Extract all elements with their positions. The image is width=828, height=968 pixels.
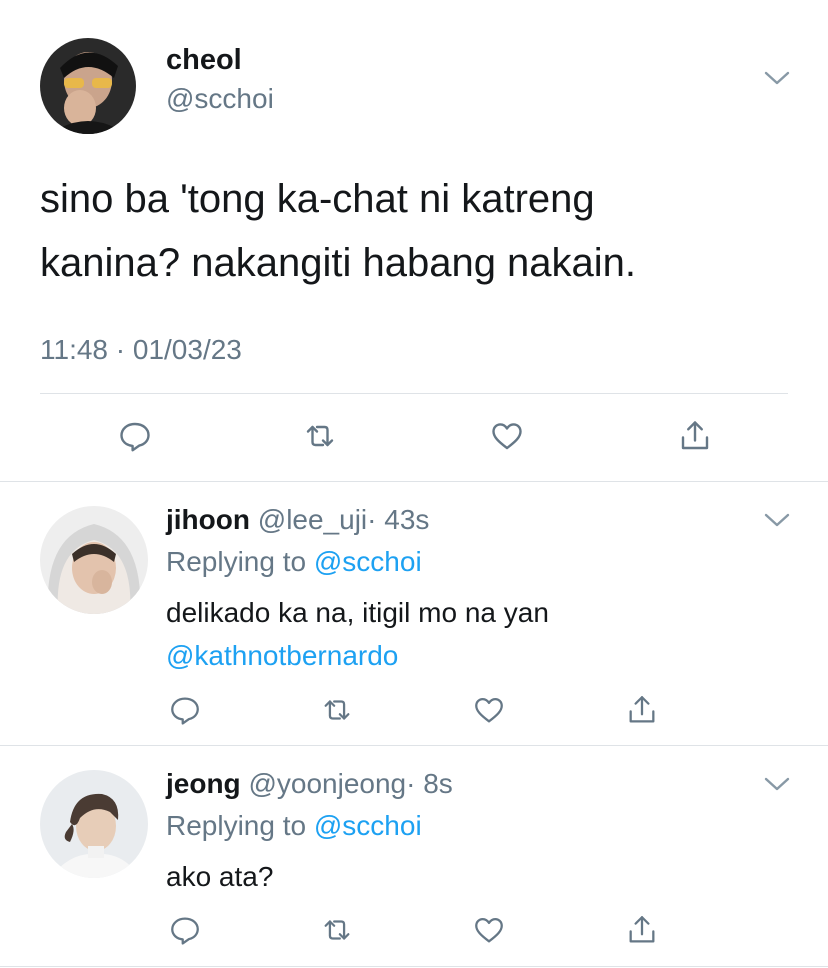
avatar-cheol[interactable] — [40, 38, 136, 134]
share-icon[interactable] — [677, 418, 713, 454]
replying-to-handle[interactable]: @scchoi — [314, 546, 422, 577]
reply-header: jihoon @lee_uji· 43s — [166, 503, 429, 537]
like-icon[interactable] — [472, 693, 506, 727]
reply-icon[interactable] — [168, 693, 202, 727]
chevron-down-icon[interactable] — [762, 510, 792, 530]
replying-to-handle[interactable]: @scchoi — [314, 810, 422, 841]
handle[interactable]: @yoonjeong — [248, 768, 406, 799]
replying-to-label: Replying to — [166, 810, 307, 841]
replying-to: Replying to @scchoi — [166, 809, 422, 843]
chevron-down-icon[interactable] — [762, 774, 792, 794]
display-name[interactable]: jeong — [166, 768, 241, 799]
avatar-jihoon[interactable] — [40, 506, 148, 614]
section-divider — [0, 481, 828, 482]
relative-time[interactable]: · 8s — [406, 768, 453, 799]
retweet-icon[interactable] — [302, 418, 338, 454]
tweet-text-line-1: sino ba 'tong ka-chat ni katreng — [40, 177, 595, 221]
mention-link[interactable]: @kathnotbernardo — [166, 639, 398, 673]
handle[interactable]: @scchoi — [166, 83, 274, 115]
display-name[interactable]: cheol — [166, 44, 242, 76]
display-name[interactable]: jihoon — [166, 504, 250, 535]
share-icon[interactable] — [625, 693, 659, 727]
chevron-down-icon[interactable] — [762, 68, 792, 88]
tweet-divider — [40, 393, 788, 394]
replying-to: Replying to @scchoi — [166, 545, 422, 579]
relative-time[interactable]: · 43s — [367, 504, 429, 535]
like-icon[interactable] — [489, 418, 525, 454]
replying-to-label: Replying to — [166, 546, 307, 577]
reply-text: delikado ka na, itigil mo na yan — [166, 597, 549, 628]
timestamp[interactable]: 11:48 · 01/03/23 — [40, 333, 242, 367]
tweet-text-line-2: kanina? nakangiti habang nakain. — [40, 241, 637, 285]
section-divider — [0, 745, 828, 746]
section-divider — [0, 966, 828, 967]
retweet-icon[interactable] — [320, 693, 354, 727]
retweet-icon[interactable] — [320, 913, 354, 947]
reply-icon[interactable] — [117, 418, 153, 454]
reply-header: jeong @yoonjeong· 8s — [166, 767, 453, 801]
like-icon[interactable] — [472, 913, 506, 947]
handle[interactable]: @lee_uji — [258, 504, 367, 535]
reply-text: ako ata? — [166, 861, 274, 892]
avatar-jeong[interactable] — [40, 770, 148, 878]
share-icon[interactable] — [625, 913, 659, 947]
reply-icon[interactable] — [168, 913, 202, 947]
